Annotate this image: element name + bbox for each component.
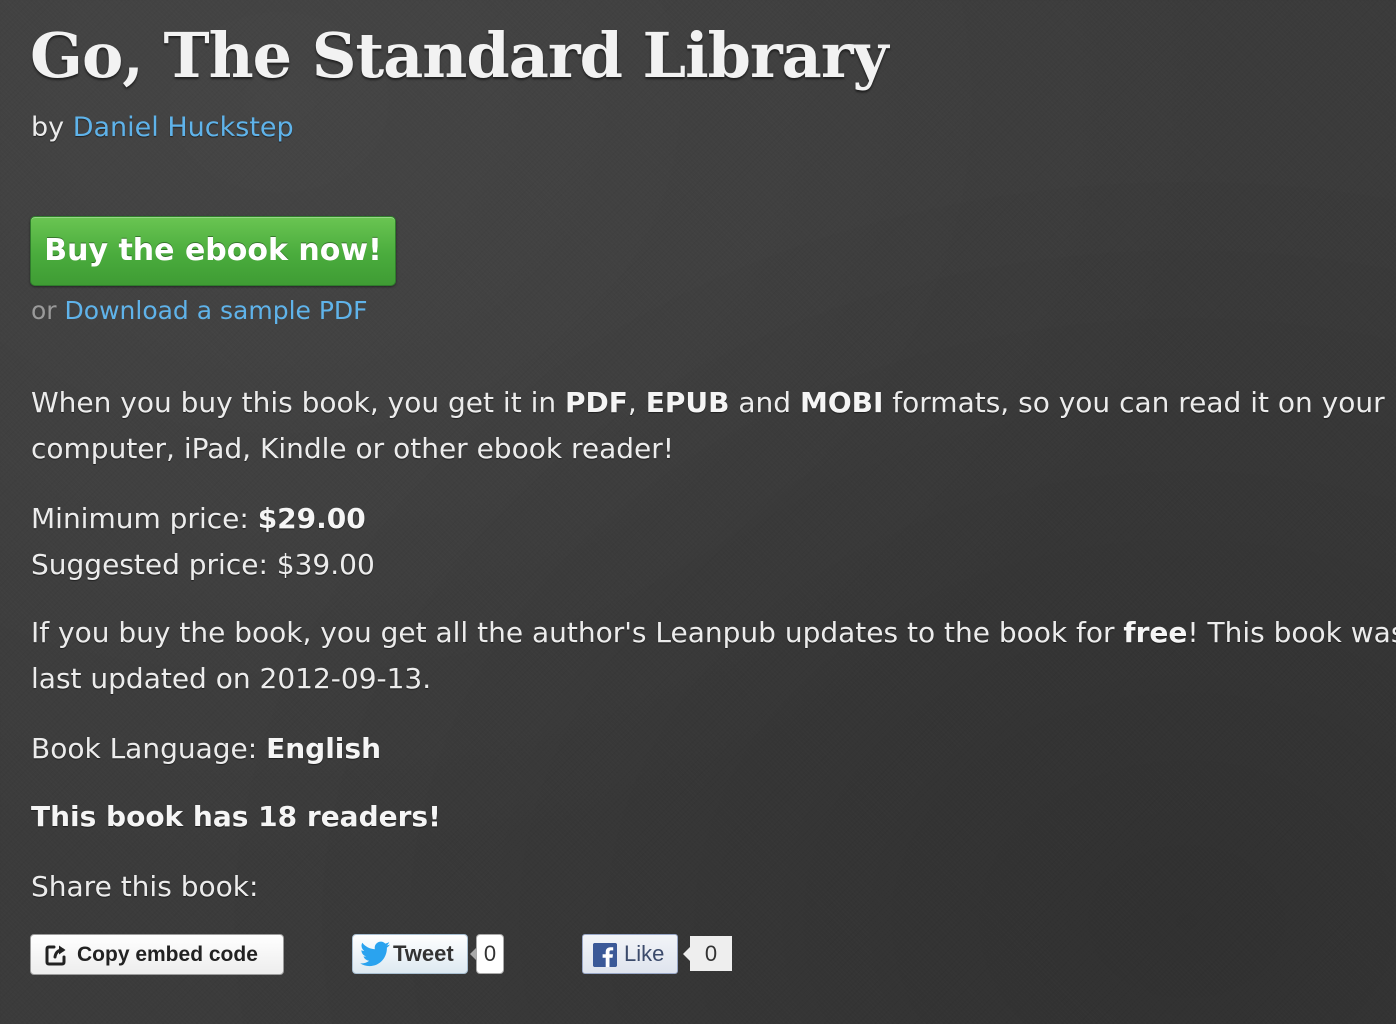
like-label: Like: [624, 941, 665, 966]
formats-and: and: [738, 386, 792, 419]
updates-line2: last updated on 2012-09-13.: [31, 662, 432, 695]
or-text: or: [31, 296, 57, 325]
language-value: English: [266, 732, 382, 765]
minimum-price-label: Minimum price:: [31, 502, 249, 535]
share-arrow-icon: [45, 945, 66, 966]
sample-download-line: or Download a sample PDF: [31, 292, 368, 330]
updates-paragraph: If you buy the book, you get all the aut…: [31, 610, 1396, 702]
share-heading: Share this book:: [31, 870, 259, 903]
formats-paragraph: When you buy this book, you get it in PD…: [31, 380, 1385, 472]
facebook-icon: [593, 943, 617, 967]
buy-ebook-button[interactable]: Buy the ebook now!: [30, 216, 396, 286]
like-count: 0: [683, 936, 732, 971]
copy-embed-code-label: Copy embed code: [77, 943, 258, 966]
copy-embed-code-button[interactable]: Copy embed code: [30, 934, 284, 975]
byline: by Daniel Huckstep: [31, 108, 294, 148]
formats-line2: computer, iPad, Kindle or other ebook re…: [31, 432, 674, 465]
download-sample-link[interactable]: Download a sample PDF: [65, 296, 368, 325]
facebook-like-button[interactable]: Like: [582, 934, 678, 974]
tweet-count: 0: [470, 934, 504, 974]
byline-prefix: by: [31, 112, 65, 143]
updates-line1-start: If you buy the book, you get all the aut…: [31, 616, 1115, 649]
formats-line1-end: formats, so you can read it on your: [892, 386, 1385, 419]
readers-count: This book has 18 readers!: [31, 794, 441, 840]
language-line: Book Language: English: [31, 726, 381, 772]
tweet-label: Tweet: [393, 941, 454, 966]
book-title: Go, The Standard Library: [30, 19, 889, 92]
twitter-bird-icon: [360, 941, 390, 967]
suggested-price-label: Suggested price:: [31, 548, 268, 581]
free-word: free: [1123, 616, 1188, 649]
pricing-block: Minimum price: $29.00 Suggested price: $…: [31, 496, 375, 588]
book-landing-page: Go, The Standard Library by Daniel Hucks…: [0, 0, 1396, 1024]
format-pdf: PDF: [565, 386, 628, 419]
minimum-price-value: $29.00: [257, 502, 366, 535]
language-label: Book Language:: [31, 732, 258, 765]
updates-line1-end: ! This book was: [1187, 616, 1396, 649]
format-mobi: MOBI: [799, 386, 884, 419]
author-link[interactable]: Daniel Huckstep: [73, 112, 294, 143]
format-separator: ,: [627, 386, 637, 419]
formats-intro: When you buy this book, you get it in: [31, 386, 557, 419]
suggested-price-value: $39.00: [276, 548, 375, 581]
readers-text: This book has 18 readers!: [31, 800, 441, 833]
format-epub: EPUB: [645, 386, 730, 419]
tweet-button[interactable]: Tweet: [352, 934, 468, 974]
